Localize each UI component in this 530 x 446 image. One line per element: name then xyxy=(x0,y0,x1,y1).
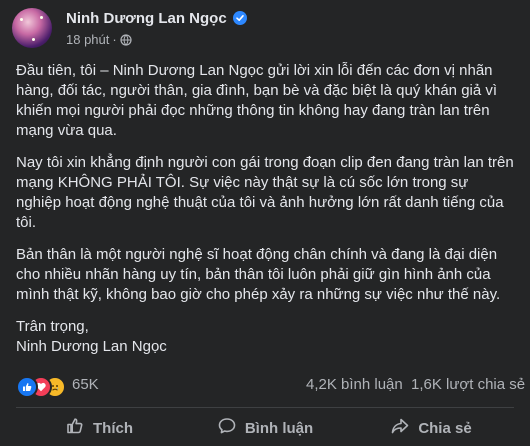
comment-icon xyxy=(217,416,245,440)
author-name[interactable]: Ninh Dương Lan Ngọc xyxy=(66,10,247,27)
comment-button[interactable]: Bình luận xyxy=(182,410,348,446)
thumbs-up-icon xyxy=(65,416,93,440)
share-arrow-icon xyxy=(390,416,418,440)
meta-separator: · xyxy=(112,32,117,47)
share-button-label: Chia sẻ xyxy=(418,419,472,437)
globe-icon xyxy=(120,34,132,46)
post-actions: Thích Bình luận Chia sẻ xyxy=(16,410,514,446)
verified-badge-icon xyxy=(232,11,247,25)
post-signature: Ninh Dương Lan Ngọc xyxy=(16,338,167,355)
post-paragraph-2: Nay tôi xin khẳng định người con gái tro… xyxy=(16,154,514,231)
reactions-count[interactable]: 65K xyxy=(72,376,99,393)
post-header: Ninh Dương Lan Ngọc 18 phút · xyxy=(12,8,512,52)
shares-count[interactable]: 1,6K lượt chia sẻ xyxy=(411,376,525,393)
divider xyxy=(16,407,514,408)
post-meta: 18 phút · xyxy=(66,32,132,47)
avatar[interactable] xyxy=(12,8,52,48)
facebook-post: Ninh Dương Lan Ngọc 18 phút · Đầu tiên, t… xyxy=(0,0,530,446)
author-name-text[interactable]: Ninh Dương Lan Ngọc xyxy=(66,10,227,27)
post-timestamp[interactable]: 18 phút xyxy=(66,32,109,47)
post-body: Đầu tiên, tôi – Ninh Dương Lan Ngọc gửi … xyxy=(16,61,514,357)
like-icon xyxy=(16,376,38,398)
share-button[interactable]: Chia sẻ xyxy=(348,410,514,446)
post-paragraph-1: Đầu tiên, tôi – Ninh Dương Lan Ngọc gửi … xyxy=(16,62,498,139)
post-paragraph-3: Bản thân là một người nghệ sĩ hoạt động … xyxy=(16,246,501,303)
post-stats: 65K 4,2K bình luận 1,6K lượt chia sẻ xyxy=(16,374,525,398)
comments-count[interactable]: 4,2K bình luận xyxy=(306,376,403,393)
post-closing: Trân trọng, xyxy=(16,318,89,335)
comment-button-label: Bình luận xyxy=(244,419,314,437)
like-button-label: Thích xyxy=(93,419,133,437)
like-button[interactable]: Thích xyxy=(16,410,182,446)
